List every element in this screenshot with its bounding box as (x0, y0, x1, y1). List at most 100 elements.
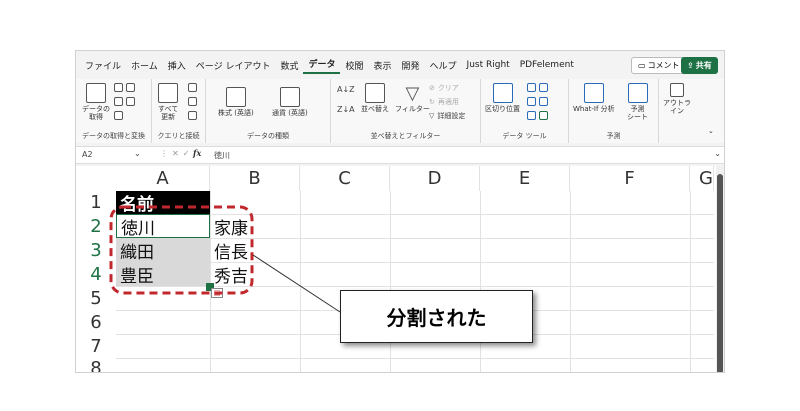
database-icon (86, 83, 106, 103)
column-header-b[interactable]: B (210, 166, 300, 191)
reapply-icon: ↻ (429, 98, 435, 106)
row-header-1[interactable]: 1 (76, 191, 116, 214)
tab-review[interactable]: 校閲 (340, 59, 368, 72)
expand-formula-bar-icon[interactable]: ⌄ (714, 149, 721, 158)
formula-bar: A2 ⌄ ⋮✕✓ fx 徳川 ⌄ (76, 146, 724, 164)
cell-a2[interactable]: 徳川 (116, 214, 210, 239)
sort-za-button[interactable]: Z↓A (337, 105, 355, 114)
get-data-button[interactable]: データの 取得 (82, 83, 110, 121)
clear-button[interactable]: ⊘ クリア (429, 83, 459, 93)
bank-icon (225, 87, 246, 107)
chevron-down-icon[interactable]: ⌄ (134, 149, 141, 158)
paste-options-icon[interactable]: ▤ (211, 288, 223, 298)
tab-just-right[interactable]: Just Right (462, 60, 515, 70)
properties-icon (188, 97, 197, 106)
web-icon (126, 83, 135, 92)
row-header-3[interactable]: 3 (76, 238, 116, 262)
tab-help[interactable]: ヘルプ (425, 59, 462, 72)
column-header-c[interactable]: C (300, 166, 390, 191)
outline-icon (670, 83, 684, 97)
cell-a1[interactable]: 名前 (116, 191, 210, 215)
text-to-columns-icon (492, 83, 513, 103)
comment-icon: ▭ (638, 61, 646, 70)
refresh-all-button[interactable]: すべて 更新 (158, 83, 178, 121)
sort-button[interactable]: 並べ替え (361, 83, 389, 113)
filter-icon: ▽ (405, 83, 420, 104)
column-header-d[interactable]: D (390, 166, 480, 191)
cell-a4[interactable]: 豊臣 (116, 262, 210, 287)
forecast-sheet-icon (627, 83, 648, 103)
data-validation-icon[interactable] (527, 111, 536, 120)
tab-file[interactable]: ファイル (80, 59, 126, 72)
column-header-a[interactable]: A (116, 166, 210, 191)
name-box[interactable]: A2 (82, 150, 142, 159)
tab-data[interactable]: データ (303, 57, 341, 74)
tab-pdfelement[interactable]: PDFelement (515, 60, 579, 70)
share-button[interactable]: ⇪ 共有 (681, 57, 718, 74)
ribbon: データの 取得 データの取得と変換 すべて 更新 クエリと接続 株式 (英語) (76, 79, 724, 143)
what-if-icon (583, 83, 604, 103)
flash-fill-icon[interactable] (527, 83, 536, 92)
tab-home[interactable]: ホーム (126, 59, 163, 72)
existing-connections-icon (114, 111, 123, 120)
callout-box: 分割された (340, 290, 533, 343)
tab-insert[interactable]: 挿入 (163, 59, 191, 72)
clear-filter-icon: ⊘ (429, 84, 435, 92)
currencies-button[interactable]: 通貨 (英語) (272, 87, 308, 117)
edit-links-icon (188, 111, 197, 120)
row-header-5[interactable]: 5 (76, 286, 116, 310)
text-csv-icon (114, 83, 123, 92)
tab-page-layout[interactable]: ページ レイアウト (191, 59, 276, 72)
group-queries: すべて 更新 クエリと接続 (152, 79, 206, 143)
group-outline: アウトラ イン (659, 79, 699, 143)
comment-button[interactable]: ▭ コメント (631, 57, 687, 74)
group-data-tools: 区切り位置 データ ツール (481, 79, 569, 143)
consolidate-icon[interactable] (539, 83, 548, 92)
what-if-button[interactable]: What-If 分析 (573, 83, 615, 113)
forecast-sheet-button[interactable]: 予測 シート (627, 83, 648, 121)
cell-b3[interactable]: 信長 (210, 238, 300, 263)
cell-a3[interactable]: 織田 (116, 238, 210, 263)
row-header-8[interactable]: 8 (76, 358, 116, 372)
ribbon-tabs: ファイル ホーム 挿入 ページ レイアウト 数式 データ 校閲 表示 開発 ヘル… (76, 51, 724, 79)
sort-az-button[interactable]: A↓Z (337, 85, 355, 94)
currency-icon (279, 87, 300, 107)
reapply-button[interactable]: ↻ 再適用 (429, 97, 459, 107)
row-header-6[interactable]: 6 (76, 310, 116, 334)
sort-descending-icon: Z↓A (337, 105, 355, 114)
sort-ascending-icon: A↓Z (337, 85, 355, 94)
filter-button[interactable]: ▽ フィルター (395, 83, 430, 113)
share-icon: ⇪ (687, 61, 694, 70)
row-header-7[interactable]: 7 (76, 334, 116, 358)
formula-input[interactable]: 徳川 (214, 150, 230, 161)
row-header-2[interactable]: 2 (76, 214, 116, 238)
advanced-filter-icon: ▽ (429, 112, 435, 120)
sort-icon (365, 83, 385, 103)
collapse-ribbon-icon[interactable]: ⌄ (708, 127, 714, 135)
tab-developer[interactable]: 開発 (397, 59, 425, 72)
recent-sources-icon (126, 97, 135, 106)
column-header-e[interactable]: E (480, 166, 570, 191)
cell-b2[interactable]: 家康 (210, 214, 300, 239)
group-data-types: 株式 (英語) 通貨 (英語) データの種類 (206, 79, 331, 143)
advanced-filter-button[interactable]: ▽ 詳細設定 (429, 111, 465, 121)
group-get-transform: データの 取得 データの取得と変換 (76, 79, 152, 143)
cancel-enter-icons[interactable]: ⋮✕✓ (160, 149, 193, 158)
queries-icon (188, 83, 197, 92)
text-to-columns-button[interactable]: 区切り位置 (485, 83, 520, 113)
tab-view[interactable]: 表示 (369, 59, 397, 72)
tab-formulas[interactable]: 数式 (275, 59, 303, 72)
callout-text: 分割された (386, 306, 487, 330)
relationships-icon[interactable] (539, 97, 548, 106)
remove-duplicates-icon[interactable] (527, 97, 536, 106)
group-forecast: What-If 分析 予測 シート 予測 (569, 79, 659, 143)
outline-button[interactable]: アウトラ イン (663, 83, 691, 115)
column-header-g[interactable]: G (690, 166, 714, 191)
cell-b4[interactable]: 秀吉 (210, 262, 300, 287)
scrollbar-thumb[interactable] (717, 174, 723, 372)
insert-function-icon[interactable]: fx (193, 148, 201, 158)
row-header-4[interactable]: 4 (76, 262, 116, 286)
column-header-f[interactable]: F (570, 166, 690, 191)
stocks-button[interactable]: 株式 (英語) (218, 87, 254, 117)
manage-data-model-icon[interactable] (539, 111, 548, 120)
